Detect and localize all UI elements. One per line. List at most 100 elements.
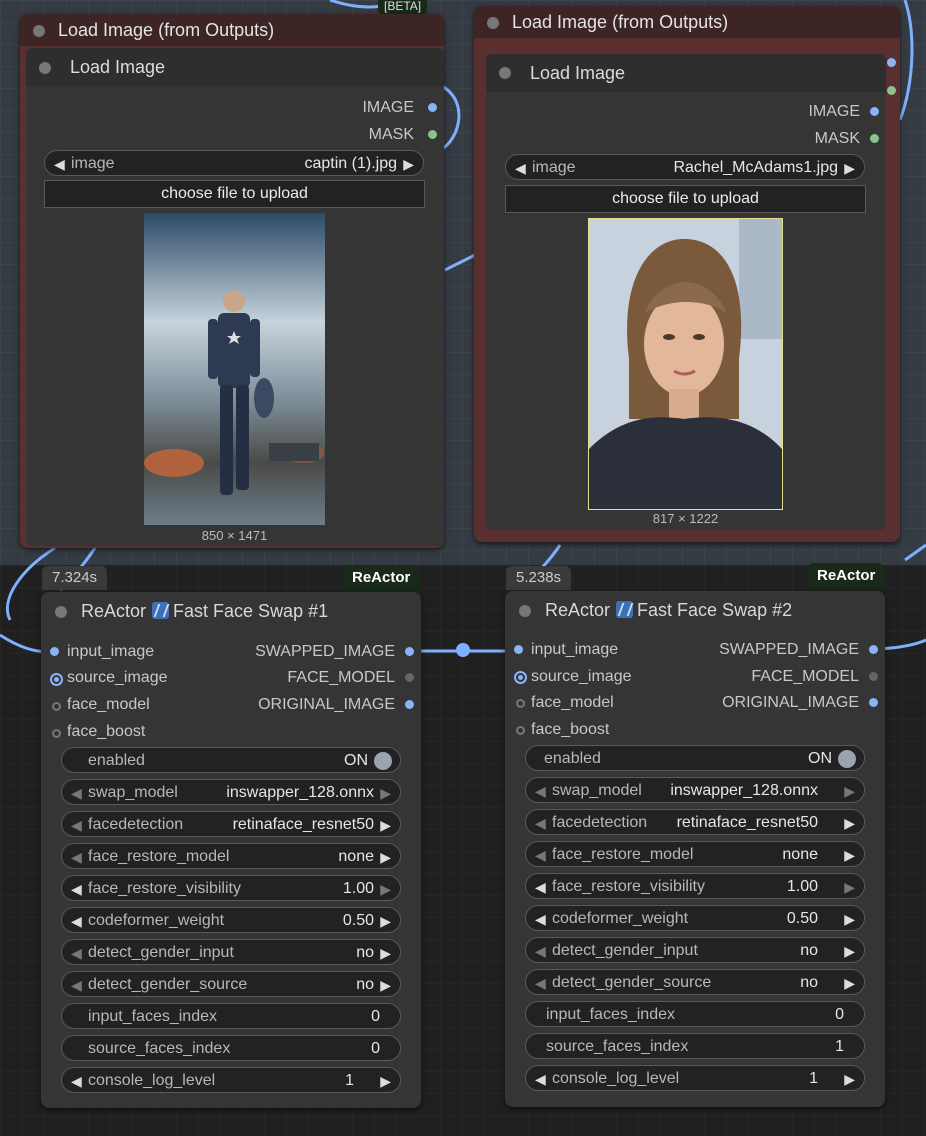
input-slot-face-model[interactable] [52,702,61,711]
arrow-left-icon[interactable]: ◀ [71,908,82,934]
image-combo[interactable]: ◀ image captin (1).jpg ▶ [44,150,424,176]
arrow-left-icon[interactable]: ◀ [535,1066,546,1092]
widget-face-restore-visibility[interactable]: ◀ face_restore_visibility 1.00 ▶ [525,873,865,899]
widget-face-restore-model[interactable]: ◀ face_restore_model none ▶ [525,841,865,867]
reactor-fast-face-swap-node-2[interactable]: ReActor Fast Face Swap #2 input_image sou… [505,591,885,1107]
widget-face-restore-model[interactable]: ◀ face_restore_model none ▶ [61,843,401,869]
input-slot-source-image[interactable] [516,673,525,682]
input-slot-face-boost[interactable] [52,729,61,738]
arrow-right-icon[interactable]: ▶ [844,938,855,964]
arrow-right-icon[interactable]: ▶ [844,842,855,868]
toggle-knob-icon[interactable] [838,750,856,768]
widget-facedetection[interactable]: ◀ facedetection retinaface_resnet50 ▶ [61,811,401,837]
widget-detect-gender-source[interactable]: ◀ detect_gender_source no ▶ [61,971,401,997]
widget-source-faces-index[interactable]: source_faces_index 0 [61,1035,401,1061]
collapse-dot-icon[interactable] [487,17,499,29]
arrow-right-icon[interactable]: ▶ [844,970,855,996]
load-image-from-outputs-node-2[interactable]: Load Image (from Outputs) Load Image IMA… [474,6,900,542]
output-slot-original-image[interactable] [405,700,414,709]
output-slot-face-model[interactable] [869,672,878,681]
input-slot-face-boost[interactable] [516,726,525,735]
widget-input-faces-index[interactable]: input_faces_index 0 [61,1003,401,1029]
arrow-right-icon[interactable]: ▶ [844,810,855,836]
widget-codeformer-weight[interactable]: ◀ codeformer_weight 0.50 ▶ [525,905,865,931]
widget-enabled[interactable]: enabled ON [61,747,401,773]
collapse-dot-icon[interactable] [39,62,51,74]
node-title[interactable]: Load Image [26,48,444,86]
input-slot-input-image[interactable] [50,647,59,656]
collapse-dot-icon[interactable] [499,67,511,79]
upload-button[interactable]: choose file to upload [505,185,866,213]
arrow-left-icon[interactable]: ◀ [71,940,82,966]
collapse-dot-icon[interactable] [519,605,531,617]
output-slot-image[interactable] [428,103,437,112]
arrow-left-icon[interactable]: ◀ [535,906,546,932]
widget-facedetection[interactable]: ◀ facedetection retinaface_resnet50 ▶ [525,809,865,835]
arrow-right-icon[interactable]: ▶ [380,940,391,966]
arrow-right-icon[interactable]: ▶ [844,1066,855,1092]
collapse-dot-icon[interactable] [55,606,67,618]
node-title[interactable]: Load Image (from Outputs) [474,6,900,38]
output-slot-mask[interactable] [428,130,437,139]
output-slot-swapped-image[interactable] [869,645,878,654]
toggle-knob-icon[interactable] [374,752,392,770]
output-slot-face-model[interactable] [405,673,414,682]
reactor-fast-face-swap-node-1[interactable]: ReActor Fast Face Swap #1 input_image sou… [41,592,421,1108]
input-slot-input-image[interactable] [514,645,523,654]
arrow-right-icon[interactable]: ▶ [380,844,391,870]
image-combo[interactable]: ◀ image Rachel_McAdams1.jpg ▶ [505,154,865,180]
arrow-left-icon[interactable]: ◀ [535,874,546,900]
output-slot-image[interactable] [887,58,896,67]
arrow-left-icon[interactable]: ◀ [71,844,82,870]
widget-source-faces-index[interactable]: source_faces_index 1 [525,1033,865,1059]
arrow-right-icon[interactable]: ▶ [380,972,391,998]
arrow-left-icon[interactable]: ◀ [535,970,546,996]
widget-swap-model[interactable]: ◀ swap_model inswapper_128.onnx ▶ [525,777,865,803]
node-title[interactable]: ReActor Fast Face Swap #1 [41,592,421,630]
arrow-right-icon[interactable]: ▶ [380,1068,391,1094]
arrow-right-icon[interactable]: ▶ [380,876,391,902]
input-slot-source-image[interactable] [52,675,61,684]
arrow-right-icon[interactable]: ▶ [844,874,855,900]
node-title[interactable]: ReActor Fast Face Swap #2 [505,591,885,629]
output-slot-image[interactable] [870,107,879,116]
load-image-node-1[interactable]: Load Image IMAGE MASK ◀ image captin (1)… [26,48,444,546]
node-title[interactable]: Load Image (from Outputs) [20,14,444,46]
arrow-left-icon[interactable]: ◀ [535,938,546,964]
widget-detect-gender-source[interactable]: ◀ detect_gender_source no ▶ [525,969,865,995]
arrow-left-icon[interactable]: ◀ [71,780,82,806]
node-title[interactable]: Load Image [486,54,886,92]
output-slot-swapped-image[interactable] [405,647,414,656]
widget-codeformer-weight[interactable]: ◀ codeformer_weight 0.50 ▶ [61,907,401,933]
load-image-node-2[interactable]: Load Image IMAGE MASK ◀ image Rachel_McA… [486,54,886,530]
output-slot-mask[interactable] [870,134,879,143]
arrow-left-icon[interactable]: ◀ [71,1068,82,1094]
arrow-right-icon[interactable]: ▶ [380,908,391,934]
arrow-right-icon[interactable]: ▶ [403,151,414,177]
widget-face-restore-visibility[interactable]: ◀ face_restore_visibility 1.00 ▶ [61,875,401,901]
arrow-left-icon[interactable]: ◀ [535,810,546,836]
widget-console-log-level[interactable]: ◀ console_log_level 1 ▶ [61,1067,401,1093]
input-slot-face-model[interactable] [516,699,525,708]
arrow-right-icon[interactable]: ▶ [380,780,391,806]
arrow-right-icon[interactable]: ▶ [844,906,855,932]
arrow-left-icon[interactable]: ◀ [535,842,546,868]
upload-button[interactable]: choose file to upload [44,180,425,208]
arrow-right-icon[interactable]: ▶ [380,812,391,838]
widget-detect-gender-input[interactable]: ◀ detect_gender_input no ▶ [61,939,401,965]
arrow-left-icon[interactable]: ◀ [535,778,546,804]
widget-swap-model[interactable]: ◀ swap_model inswapper_128.onnx ▶ [61,779,401,805]
widget-detect-gender-input[interactable]: ◀ detect_gender_input no ▶ [525,937,865,963]
arrow-left-icon[interactable]: ◀ [71,812,82,838]
arrow-left-icon[interactable]: ◀ [54,151,65,177]
arrow-left-icon[interactable]: ◀ [71,972,82,998]
arrow-left-icon[interactable]: ◀ [71,876,82,902]
widget-console-log-level[interactable]: ◀ console_log_level 1 ▶ [525,1065,865,1091]
arrow-left-icon[interactable]: ◀ [515,155,526,181]
output-slot-mask[interactable] [887,86,896,95]
collapse-dot-icon[interactable] [33,25,45,37]
widget-enabled[interactable]: enabled ON [525,745,865,771]
load-image-from-outputs-node-1[interactable]: Load Image (from Outputs) Load Image IMA… [20,14,444,548]
output-slot-original-image[interactable] [869,698,878,707]
arrow-right-icon[interactable]: ▶ [844,778,855,804]
